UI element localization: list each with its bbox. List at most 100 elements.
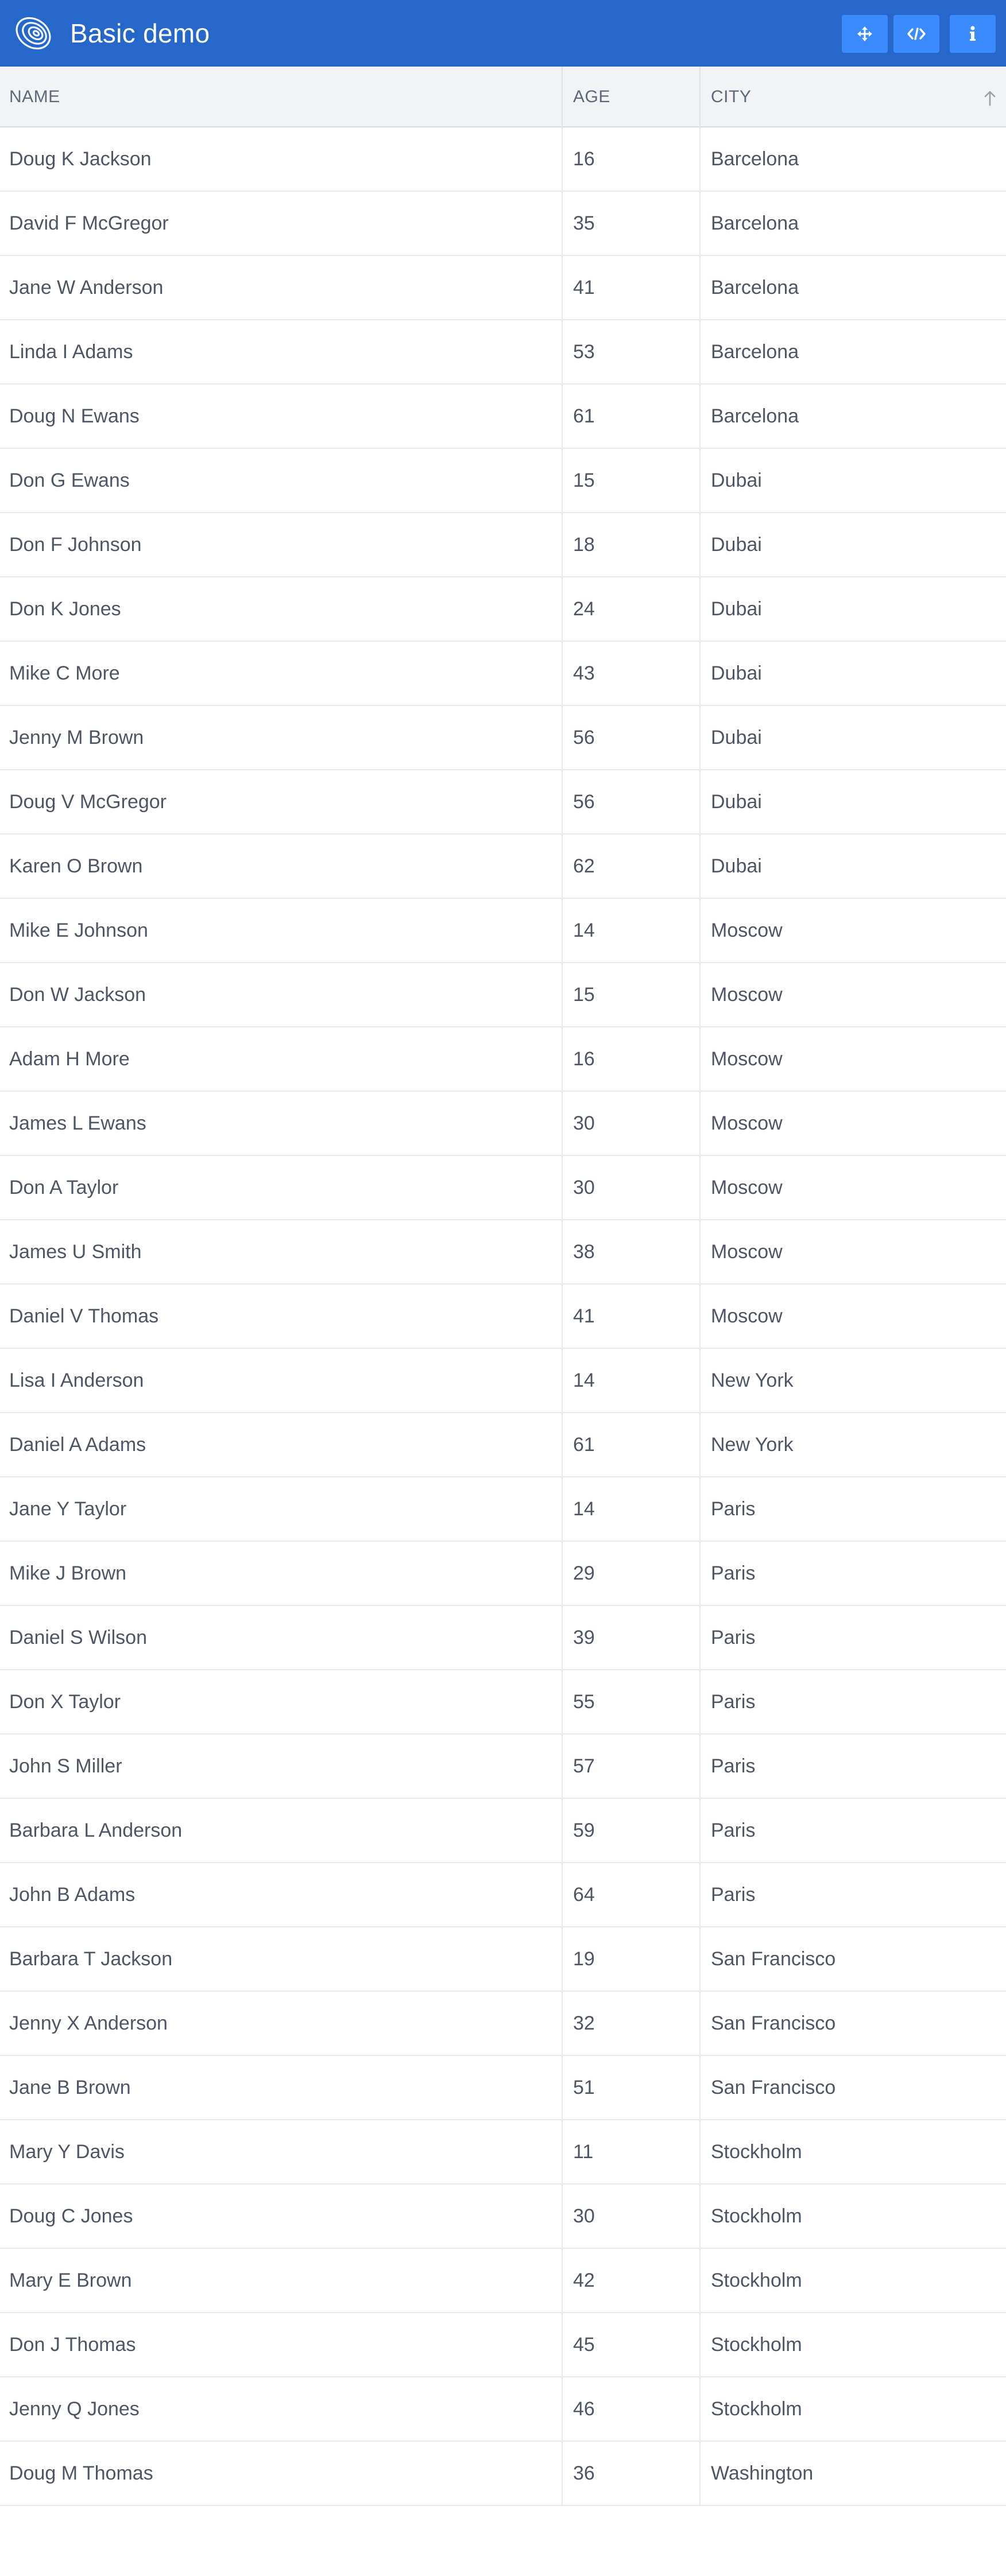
cell-age: 16 [562, 1027, 699, 1091]
table-row[interactable]: Don F Johnson 18 Dubai [0, 513, 1006, 577]
cell-name: Doug N Ewans [9, 405, 140, 427]
table-row[interactable]: Linda I Adams 53 Barcelona [0, 320, 1006, 385]
table-row[interactable]: Doug N Ewans 61 Barcelona [0, 385, 1006, 449]
cell-name: Barbara L Anderson [9, 1819, 183, 1841]
cell-age: 46 [562, 2377, 699, 2441]
cell-age: 41 [562, 256, 699, 319]
app-header: Basic demo [0, 0, 1006, 67]
cell-name: Karen O Brown [9, 855, 143, 877]
vaadin-logo-icon [11, 13, 54, 53]
table-row[interactable]: James U Smith 38 Moscow [0, 1220, 1006, 1285]
table-row[interactable]: Jenny M Brown 56 Dubai [0, 706, 1006, 770]
table-row[interactable]: Jane B Brown 51 San Francisco [0, 2056, 1006, 2120]
table-row[interactable]: Don G Ewans 15 Dubai [0, 449, 1006, 513]
column-header-name[interactable]: NAME [0, 67, 562, 127]
table-row[interactable]: Daniel A Adams 61 New York [0, 1413, 1006, 1477]
table-row[interactable]: Doug C Jones 30 Stockholm [0, 2185, 1006, 2249]
cell-city: Stockholm [699, 2313, 1006, 2376]
cell-age: 19 [562, 1927, 699, 1991]
column-header-age[interactable]: AGE [562, 67, 699, 127]
table-row[interactable]: Don K Jones 24 Dubai [0, 577, 1006, 642]
cell-city: Dubai [699, 449, 1006, 512]
table-row[interactable]: Doug V McGregor 56 Dubai [0, 770, 1006, 835]
cell-age: 15 [562, 963, 699, 1026]
column-header-city[interactable]: CITY [699, 67, 1006, 127]
table-row[interactable]: Barbara L Anderson 59 Paris [0, 1799, 1006, 1863]
cell-age: 55 [562, 1670, 699, 1733]
cell-name: Doug K Jackson [9, 148, 152, 170]
cell-age: 30 [562, 1092, 699, 1155]
code-button[interactable] [893, 15, 939, 53]
table-row[interactable]: Daniel V Thomas 41 Moscow [0, 1285, 1006, 1349]
sort-ascending-arrow-icon [983, 90, 997, 107]
table-row[interactable]: Don X Taylor 55 Paris [0, 1670, 1006, 1735]
table-row[interactable]: Mary Y Davis 11 Stockholm [0, 2120, 1006, 2185]
move-button[interactable] [842, 15, 888, 53]
cell-age: 35 [562, 192, 699, 255]
cell-city: San Francisco [699, 1992, 1006, 2055]
cell-name: Jane B Brown [9, 2076, 131, 2098]
table-row[interactable]: Doug K Jackson 16 Barcelona [0, 127, 1006, 192]
cell-age: 32 [562, 1992, 699, 2055]
table-row[interactable]: Don A Taylor 30 Moscow [0, 1156, 1006, 1220]
cell-city: Moscow [699, 1027, 1006, 1091]
table-row[interactable]: Karen O Brown 62 Dubai [0, 835, 1006, 899]
cell-city: Barcelona [699, 192, 1006, 255]
cell-name: Jane Y Taylor [9, 1498, 127, 1520]
cell-name: Doug M Thomas [9, 2462, 153, 2484]
cell-name: Lisa I Anderson [9, 1369, 144, 1391]
table-row[interactable]: Lisa I Anderson 14 New York [0, 1349, 1006, 1413]
grid-body: Doug K Jackson 16 Barcelona David F McGrego… [0, 127, 1006, 2506]
table-row[interactable]: Barbara T Jackson 19 San Francisco [0, 1927, 1006, 1992]
cell-age: 62 [562, 835, 699, 898]
app-title: Basic demo [70, 18, 210, 48]
cell-city: Stockholm [699, 2185, 1006, 2248]
table-row[interactable]: Mike E Johnson 14 Moscow [0, 899, 1006, 963]
cell-age: 42 [562, 2249, 699, 2312]
table-row[interactable]: Mike C More 43 Dubai [0, 642, 1006, 706]
table-row[interactable]: Jenny X Anderson 32 San Francisco [0, 1992, 1006, 2056]
cell-name: Don A Taylor [9, 1176, 119, 1198]
info-button[interactable] [950, 15, 996, 53]
table-row[interactable]: David F McGregor 35 Barcelona [0, 192, 1006, 256]
cell-age: 41 [562, 1285, 699, 1348]
cell-city: Paris [699, 1606, 1006, 1669]
cell-age: 11 [562, 2120, 699, 2183]
table-row[interactable]: Jenny Q Jones 46 Stockholm [0, 2377, 1006, 2442]
cell-age: 57 [562, 1735, 699, 1798]
cell-age: 64 [562, 1863, 699, 1926]
cell-city: New York [699, 1349, 1006, 1412]
cell-name: Mike C More [9, 662, 120, 684]
cell-age: 14 [562, 1349, 699, 1412]
cell-age: 14 [562, 899, 699, 962]
table-row[interactable]: John B Adams 64 Paris [0, 1863, 1006, 1927]
cell-city: Moscow [699, 1220, 1006, 1283]
info-icon [969, 26, 976, 42]
table-row[interactable]: Don J Thomas 45 Stockholm [0, 2313, 1006, 2377]
table-row[interactable]: Don W Jackson 15 Moscow [0, 963, 1006, 1027]
cell-name: Don K Jones [9, 598, 121, 620]
cell-age: 36 [562, 2442, 699, 2505]
cell-age: 61 [562, 1413, 699, 1476]
table-row[interactable]: Jane W Anderson 41 Barcelona [0, 256, 1006, 320]
data-grid: NAME AGE CITY Doug K Jackson 16 Barcelona D… [0, 67, 1006, 2506]
cell-age: 43 [562, 642, 699, 705]
table-row[interactable]: Doug M Thomas 36 Washington [0, 2442, 1006, 2506]
table-row[interactable]: Daniel S Wilson 39 Paris [0, 1606, 1006, 1670]
cell-city: Barcelona [699, 127, 1006, 191]
cell-city: Stockholm [699, 2120, 1006, 2183]
cell-name: Don G Ewans [9, 469, 130, 491]
cell-name: Don W Jackson [9, 983, 146, 1006]
table-row[interactable]: John S Miller 57 Paris [0, 1735, 1006, 1799]
cell-name: Daniel S Wilson [9, 1626, 147, 1648]
cell-city: Barcelona [699, 320, 1006, 383]
table-row[interactable]: James L Ewans 30 Moscow [0, 1092, 1006, 1156]
code-icon [907, 27, 926, 41]
table-row[interactable]: Adam H More 16 Moscow [0, 1027, 1006, 1092]
cell-city: Moscow [699, 1156, 1006, 1219]
cell-age: 38 [562, 1220, 699, 1283]
cell-name: Adam H More [9, 1048, 130, 1070]
table-row[interactable]: Mike J Brown 29 Paris [0, 1542, 1006, 1606]
table-row[interactable]: Mary E Brown 42 Stockholm [0, 2249, 1006, 2313]
table-row[interactable]: Jane Y Taylor 14 Paris [0, 1477, 1006, 1542]
